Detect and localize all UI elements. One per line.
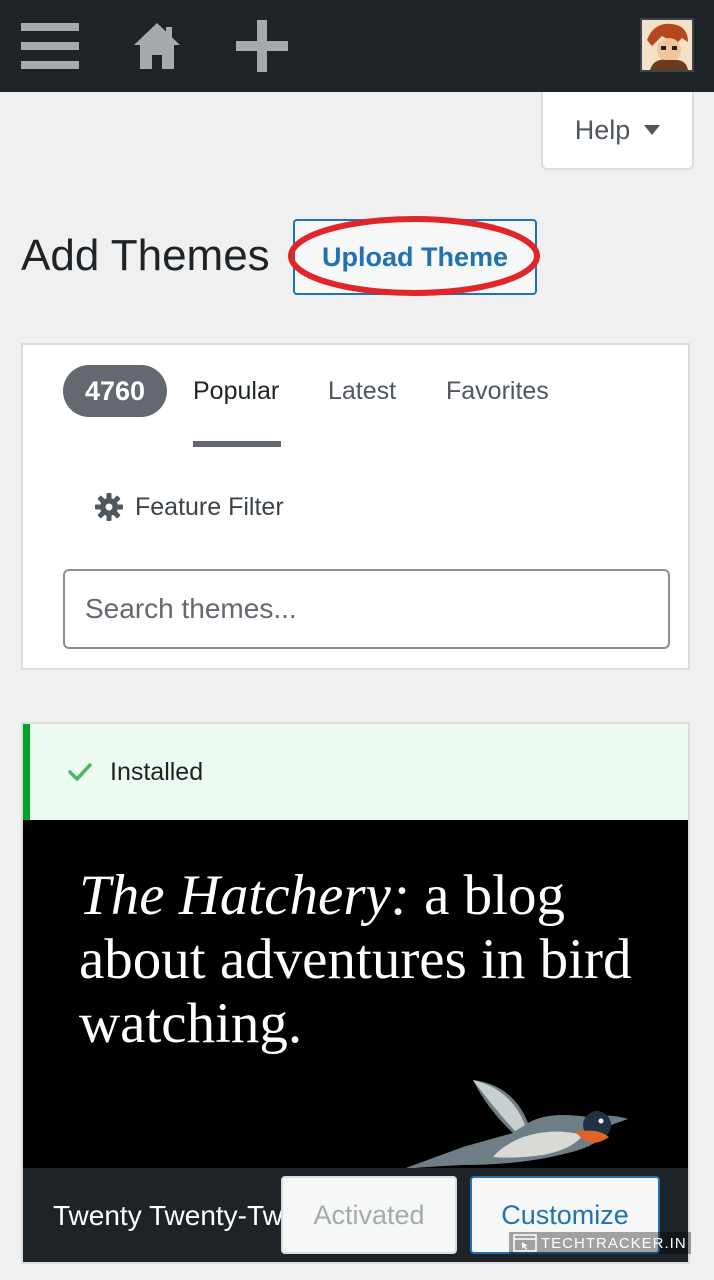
new-content-button[interactable] [226,0,298,92]
feature-filter-button[interactable]: Feature Filter [95,485,284,529]
theme-count-badge: 4760 [63,365,167,417]
page-title: Add Themes [21,231,270,280]
feature-filter-label: Feature Filter [135,492,284,521]
menu-toggle-button[interactable] [10,0,90,92]
installed-label: Installed [110,757,204,786]
tab-favorites[interactable]: Favorites [446,373,549,409]
watermark: TECHTRACKER.IN [509,1232,691,1254]
theme-screenshot[interactable]: The Hatchery: a blog about adventures in… [23,820,688,1170]
user-avatar[interactable] [640,18,694,72]
help-label: Help [574,114,631,145]
theme-preview-text: The Hatchery: a blog about adventures in… [79,864,639,1056]
installed-notice: Installed [23,724,688,820]
home-icon [134,23,180,69]
avatar-image-icon [642,20,692,70]
caret-down-icon [644,125,661,135]
search-themes-input[interactable] [63,569,670,649]
bird-illustration [403,1080,628,1169]
active-tab-indicator [193,441,281,447]
menu-icon [21,23,79,69]
plus-icon [236,20,288,72]
cursor-window-icon [513,1234,537,1252]
theme-preview-title-italic: The Hatchery: [79,864,410,927]
admin-bar [0,0,714,92]
activated-button: Activated [281,1176,457,1254]
upload-theme-label: Upload Theme [321,241,509,272]
checkmark-icon [68,763,92,781]
theme-card[interactable]: Installed The Hatchery: a blog about adv… [21,722,690,1264]
home-button[interactable] [122,0,192,92]
gear-icon [95,493,123,521]
tab-latest[interactable]: Latest [328,373,396,409]
upload-theme-button[interactable]: Upload Theme [293,219,537,295]
watermark-text: TECHTRACKER.IN [541,1234,687,1252]
help-tab-button[interactable]: Help [541,92,694,170]
theme-name: Twenty Twenty-Two [53,1200,299,1231]
tab-popular[interactable]: Popular [193,373,279,409]
theme-filter-bar: 4760 Popular Latest Favorites Feature Fi… [21,343,690,670]
